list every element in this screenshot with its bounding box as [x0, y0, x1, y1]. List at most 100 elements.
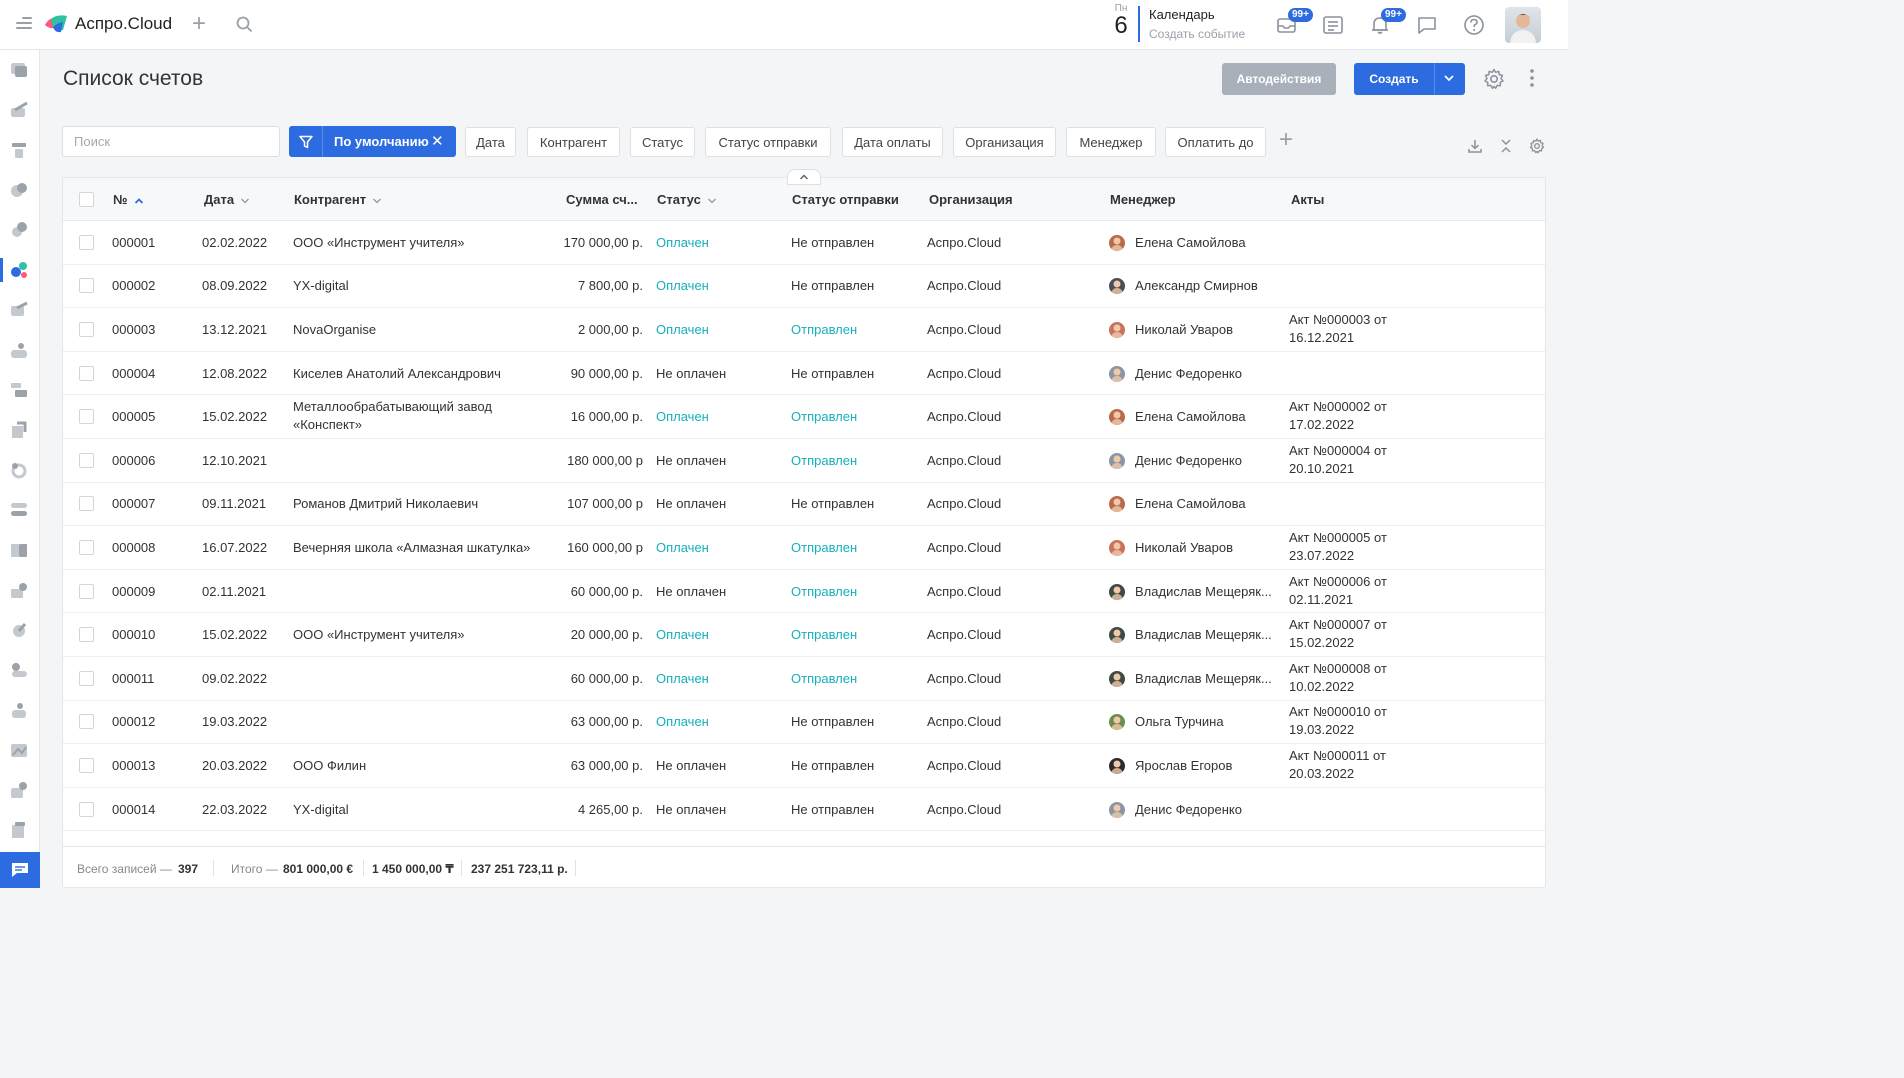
active-filter-chip[interactable]: По умолчанию ✕ [289, 126, 456, 157]
invoice-number[interactable]: 000012 [112, 714, 155, 729]
act-link[interactable]: Акт №000004 от [1289, 443, 1387, 458]
chevron-down-icon[interactable] [372, 197, 382, 205]
act-link[interactable]: 02.11.2021 [1289, 592, 1353, 607]
table-row[interactable]: 000007 09.11.2021 Романов Дмитрий Николаев… [63, 483, 1545, 527]
sidebar-item-finance[interactable] [9, 300, 29, 320]
invoice-number[interactable]: 000010 [112, 627, 155, 642]
counterparty[interactable]: NovaOrganise [293, 322, 376, 337]
column-send-status[interactable]: Статус отправки [792, 192, 899, 207]
column-organization[interactable]: Организация [929, 192, 1013, 207]
sidebar-item-sync[interactable] [9, 460, 29, 480]
gear-icon[interactable] [1483, 68, 1505, 90]
chevron-down-icon[interactable] [1442, 71, 1456, 85]
column-date[interactable]: Дата [204, 192, 250, 207]
tasks-button[interactable] [1322, 14, 1344, 36]
act-link[interactable]: Акт №000005 от [1289, 530, 1387, 545]
column-status[interactable]: Статус [657, 192, 717, 207]
sidebar-item-store[interactable] [9, 580, 29, 600]
act-link[interactable]: 17.02.2022 [1289, 417, 1354, 432]
manager-name[interactable]: Денис Федоренко [1135, 802, 1242, 817]
sidebar-item-gallery[interactable] [9, 740, 29, 760]
close-icon[interactable]: ✕ [431, 132, 444, 150]
manager-name[interactable]: Елена Самойлова [1135, 235, 1246, 250]
sidebar-item-tasks[interactable] [9, 100, 29, 120]
column-acts[interactable]: Акты [1291, 192, 1324, 207]
manager-name[interactable]: Денис Федоренко [1135, 366, 1242, 381]
brand-name[interactable]: Аспро.Cloud [75, 14, 172, 34]
sidebar-item-crm[interactable] [9, 260, 29, 280]
counterparty[interactable]: ООО «Инструмент учителя» [293, 235, 465, 250]
table-row[interactable]: 000002 08.09.2022 YX-digital 7 800,00 р. Опл… [63, 265, 1545, 309]
filter-date[interactable]: Дата [465, 127, 516, 157]
filter-icon[interactable] [289, 126, 323, 157]
sidebar-item-desktop[interactable] [9, 60, 29, 80]
table-row[interactable]: 000009 02.11.2021 60 000,00 р. Не оплачен От… [63, 570, 1545, 614]
column-num[interactable]: № [113, 192, 144, 207]
create-button[interactable]: Создать [1354, 63, 1465, 95]
act-link[interactable]: 20.10.2021 [1289, 461, 1354, 476]
chevron-down-icon[interactable] [240, 197, 250, 205]
calendar-date[interactable]: Пн 6 [1110, 3, 1132, 38]
row-checkbox[interactable] [79, 627, 94, 643]
create-button-label[interactable]: Создать [1354, 63, 1434, 95]
row-checkbox[interactable] [79, 670, 94, 686]
sidebar-item-time[interactable] [9, 220, 29, 240]
row-checkbox[interactable] [79, 409, 94, 425]
sidebar-item-projects[interactable] [9, 180, 29, 200]
counterparty[interactable]: YX-digital [293, 278, 349, 293]
sidebar-item-integrations[interactable] [9, 780, 29, 800]
act-link[interactable]: Акт №000003 от [1289, 312, 1387, 327]
invoice-number[interactable]: 000009 [112, 584, 155, 599]
filter-organization[interactable]: Организация [953, 127, 1056, 157]
row-checkbox[interactable] [79, 365, 94, 381]
manager-name[interactable]: Ольга Турчина [1135, 714, 1224, 729]
counterparty[interactable]: ООО Филин [293, 758, 366, 773]
mail-button[interactable]: 99+ [1276, 8, 1313, 36]
table-row[interactable]: 000008 16.07.2022 Вечерняя школа «Алмазная… [63, 526, 1545, 570]
act-link[interactable]: 20.03.2022 [1289, 766, 1354, 781]
open-chat-button[interactable] [0, 852, 40, 888]
invoice-number[interactable]: 000001 [112, 235, 155, 250]
act-link[interactable]: 15.02.2022 [1289, 635, 1354, 650]
download-icon[interactable] [1467, 138, 1483, 154]
row-checkbox[interactable] [79, 757, 94, 773]
counterparty[interactable]: ООО «Инструмент учителя» [293, 627, 465, 642]
calendar-title[interactable]: Календарь [1149, 7, 1215, 22]
invoice-number[interactable]: 000007 [112, 496, 155, 511]
sidebar-item-archive[interactable] [9, 820, 29, 840]
table-row[interactable]: 000004 12.08.2022 Киселев Анатолий Алексан… [63, 352, 1545, 396]
manager-name[interactable]: Денис Федоренко [1135, 453, 1242, 468]
sidebar-item-users[interactable] [9, 700, 29, 720]
collapse-icon[interactable] [1499, 138, 1513, 154]
act-link[interactable]: Акт №000002 от [1289, 399, 1387, 414]
sidebar-item-goals[interactable] [9, 140, 29, 160]
row-checkbox[interactable] [79, 801, 94, 817]
filter-send-status[interactable]: Статус отправки [705, 127, 831, 157]
manager-name[interactable]: Владислав Мещеряк... [1135, 627, 1272, 642]
filter-counterparty[interactable]: Контрагент [527, 127, 620, 157]
filter-status[interactable]: Статус [630, 127, 695, 157]
row-checkbox[interactable] [79, 539, 94, 555]
sidebar-item-knowledge[interactable] [9, 540, 29, 560]
row-checkbox[interactable] [79, 496, 94, 512]
manager-name[interactable]: Александр Смирнов [1135, 278, 1258, 293]
manager-name[interactable]: Владислав Мещеряк... [1135, 671, 1272, 686]
manager-name[interactable]: Елена Самойлова [1135, 496, 1246, 511]
table-row[interactable]: 000006 12.10.2021 180 000,00 р Не оплачен От… [63, 439, 1545, 483]
table-row[interactable]: 000001 02.02.2022 ООО «Инструмент учителя»… [63, 221, 1545, 265]
table-row[interactable]: 000011 09.02.2022 60 000,00 р. Оплачен Отпра… [63, 657, 1545, 701]
search-input[interactable] [62, 126, 280, 157]
chevron-down-icon[interactable] [707, 197, 717, 205]
invoice-number[interactable]: 000003 [112, 322, 155, 337]
filter-payment-date[interactable]: Дата оплаты [842, 127, 943, 157]
manager-name[interactable]: Владислав Мещеряк... [1135, 584, 1272, 599]
invoice-number[interactable]: 000011 [112, 671, 154, 686]
counterparty-line[interactable]: «Конспект» [293, 417, 362, 432]
act-link[interactable]: Акт №000011 от [1289, 748, 1386, 763]
table-row[interactable]: 000013 20.03.2022 ООО Филин 63 000,00 р. Не … [63, 744, 1545, 788]
counterparty-line[interactable]: Металлообрабатывающий завод [293, 399, 492, 414]
row-checkbox[interactable] [79, 714, 94, 730]
act-link[interactable]: Акт №000008 от [1289, 661, 1387, 676]
act-link[interactable]: 10.02.2022 [1289, 679, 1354, 694]
row-checkbox[interactable] [79, 452, 94, 468]
